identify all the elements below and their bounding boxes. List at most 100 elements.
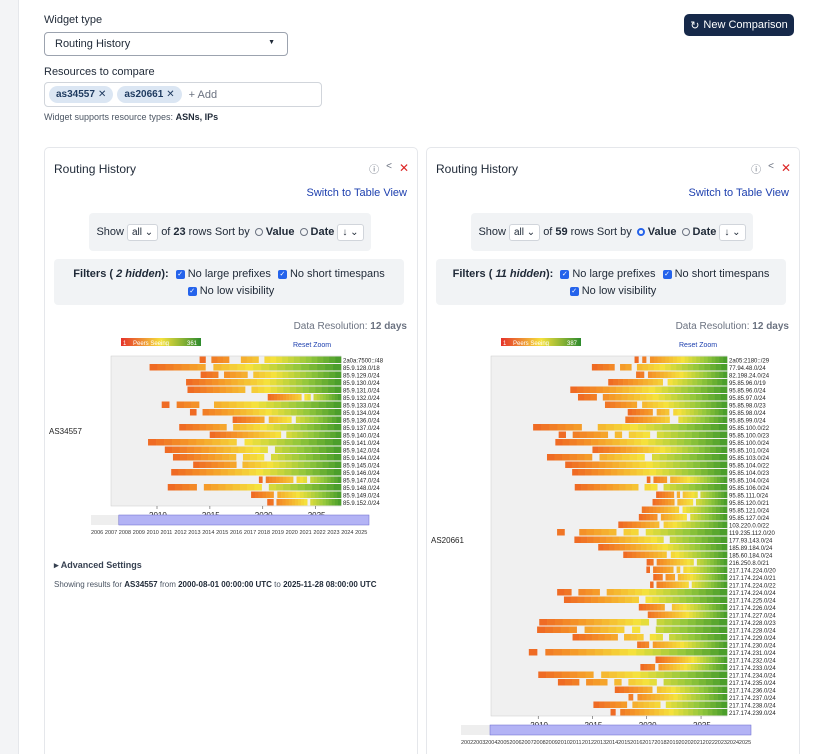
heatmap-cell	[718, 424, 728, 431]
heatmap-cell	[684, 401, 691, 408]
close-icon[interactable]: ✕	[399, 161, 409, 176]
heatmap-cell	[586, 619, 595, 626]
sort-date-radio[interactable]	[681, 228, 690, 236]
heatmap-cell	[612, 439, 621, 446]
heatmap-cell	[669, 439, 678, 446]
showing-start: 2000-08-01 00:00:00 UTC	[178, 580, 272, 589]
resources-input[interactable]: as34557 ✕ as20661 ✕ + Add	[44, 82, 322, 107]
heatmap-cell	[654, 424, 663, 431]
row-label: 217.174.239.0/24	[729, 711, 776, 717]
asn-y-label: AS20661	[431, 536, 464, 545]
widget-type-select[interactable]: Routing History ▼	[44, 32, 288, 56]
heatmap-cell	[311, 446, 320, 453]
resource-chip[interactable]: as34557 ✕	[49, 86, 114, 103]
heatmap-cell	[288, 401, 297, 408]
sort-date-radio[interactable]	[299, 228, 308, 236]
routing-heatmap-chart[interactable]: 1 Peers Seeing 361 Reset Zoom2a0a:7500::/48…	[45, 336, 419, 546]
switch-table-view-link[interactable]: Switch to Table View	[307, 187, 407, 199]
heatmap-cell	[630, 634, 638, 641]
heatmap-cell	[649, 709, 655, 716]
heatmap-cell	[711, 626, 720, 633]
heatmap-cell	[313, 394, 317, 401]
switch-table-view-link[interactable]: Switch to Table View	[689, 187, 789, 199]
routing-heatmap-chart[interactable]: 1 Peers Seeing 387 Reset Zoom2a05:2180::/29…	[427, 336, 801, 754]
heatmap-cell	[329, 491, 334, 498]
show-count-select[interactable]: all ⌄	[127, 223, 159, 241]
heatmap-cell	[263, 379, 271, 386]
checkbox-large-prefixes[interactable]: ✓	[560, 269, 570, 279]
heatmap-cell	[619, 544, 626, 551]
checkbox-large-prefixes[interactable]: ✓	[175, 269, 185, 279]
sort-direction-select[interactable]: ↓ ⌄	[719, 223, 746, 241]
remove-chip-icon[interactable]: ✕	[166, 89, 174, 100]
heatmap-cell	[601, 529, 610, 536]
share-icon[interactable]: <	[768, 161, 774, 176]
heatmap-cell	[212, 439, 221, 446]
resource-chip[interactable]: as20661 ✕	[117, 86, 182, 103]
heatmap-cell	[704, 506, 709, 513]
heatmap-cell	[333, 401, 342, 408]
heatmap-cell	[664, 491, 669, 498]
heatmap-cell	[642, 686, 648, 693]
heatmap-cell	[686, 476, 691, 483]
heatmap-cell	[334, 424, 342, 431]
checkbox-low-visibility[interactable]: ✓	[569, 286, 579, 296]
heatmap-cell	[288, 371, 295, 378]
checkbox-short-timespans[interactable]: ✓	[662, 269, 672, 279]
sort-value-radio[interactable]	[254, 228, 263, 236]
advanced-settings-toggle[interactable]: ▸ Advanced Settings	[54, 560, 142, 571]
heatmap-cell	[712, 439, 721, 446]
heatmap-cell	[149, 364, 158, 371]
heatmap-cell	[667, 371, 672, 378]
heatmap-cell	[253, 424, 261, 431]
heatmap-cell	[692, 611, 697, 618]
heatmap-cell	[631, 446, 638, 453]
info-icon[interactable]: ⓘ	[751, 161, 761, 176]
heatmap-cell	[675, 514, 680, 521]
show-count-select[interactable]: all ⌄	[509, 223, 541, 241]
heatmap-cell	[291, 469, 299, 476]
heatmap-cell	[716, 664, 721, 671]
sort-direction-value: ↓	[342, 226, 348, 238]
heatmap-cell	[318, 401, 327, 408]
heatmap-cell	[629, 454, 638, 461]
heatmap-cell	[307, 424, 315, 431]
info-icon[interactable]: ⓘ	[369, 161, 379, 176]
heatmap-cell	[722, 551, 728, 558]
heatmap-cell	[622, 521, 628, 528]
sort-direction-select[interactable]: ↓ ⌄	[337, 223, 364, 241]
heatmap-cell	[693, 701, 700, 708]
heatmap-cell	[334, 409, 342, 416]
heatmap-cell	[665, 356, 670, 363]
heatmap-cell	[655, 694, 661, 701]
heatmap-cell	[245, 364, 254, 371]
checkbox-short-timespans[interactable]: ✓	[277, 269, 287, 279]
heatmap-cell	[270, 386, 278, 393]
heatmap-cell	[719, 589, 728, 596]
heatmap-cell	[687, 619, 697, 626]
heatmap-cell	[192, 379, 200, 386]
checkbox-low-visibility[interactable]: ✓	[187, 286, 197, 296]
close-icon[interactable]: ✕	[781, 161, 791, 176]
heatmap-cell	[256, 454, 265, 461]
heatmap-cell	[696, 551, 702, 558]
heatmap-cell	[701, 581, 705, 588]
heatmap-cell	[692, 379, 698, 386]
heatmap-cell	[688, 536, 696, 543]
heatmap-cell	[333, 454, 342, 461]
heatmap-cell	[648, 439, 656, 446]
heatmap-cell	[668, 499, 672, 506]
heatmap-cell	[673, 656, 677, 663]
heatmap-cell	[696, 574, 700, 581]
navigator-tick-label: 2007	[105, 530, 117, 536]
heatmap-cell	[627, 394, 635, 401]
new-comparison-button[interactable]: ↻ New Comparison	[684, 14, 794, 36]
row-label: 95.85.100.0/22	[729, 426, 770, 432]
heatmap-cell	[585, 469, 592, 476]
remove-chip-icon[interactable]: ✕	[98, 89, 106, 100]
add-resource-input[interactable]: + Add	[189, 89, 217, 101]
share-icon[interactable]: <	[386, 161, 392, 176]
heatmap-cell	[186, 379, 193, 386]
sort-value-radio[interactable]	[636, 228, 645, 236]
navigator-range	[489, 724, 752, 736]
